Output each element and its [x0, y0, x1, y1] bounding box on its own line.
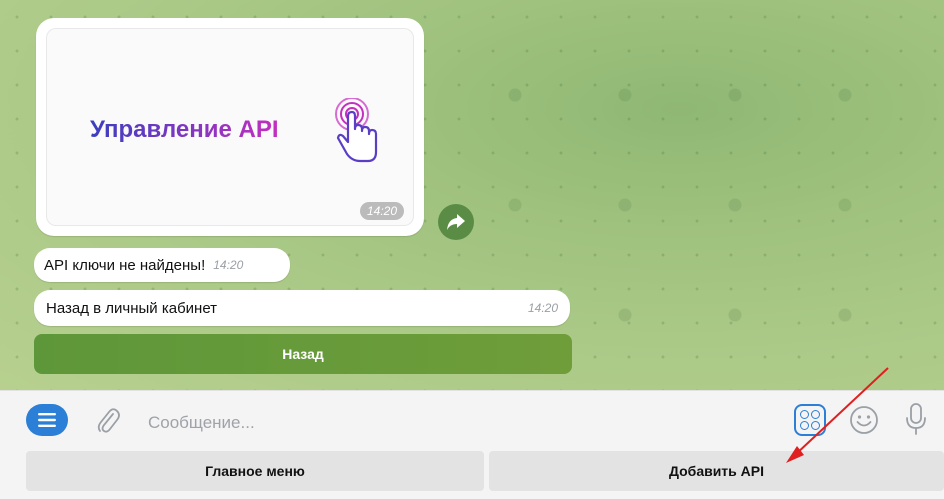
image-message[interactable]: Управление API 14:20: [36, 18, 424, 236]
message-text: Назад в личный кабинет: [46, 299, 218, 317]
message-bubble[interactable]: API ключи не найдены! 14:20: [34, 248, 290, 282]
telegram-chat-window: Управление API 14:20 API ключи не найден…: [0, 0, 944, 499]
image-card: Управление API 14:20: [46, 28, 414, 226]
message-time: 14:20: [213, 258, 244, 272]
keyboard-button-main-menu[interactable]: Главное меню: [26, 451, 484, 491]
image-time: 14:20: [359, 202, 404, 220]
message-input[interactable]: [146, 408, 710, 438]
chat-area: Управление API 14:20 API ключи не найден…: [0, 0, 944, 390]
microphone-icon[interactable]: [904, 402, 928, 436]
message-time: 14:20: [527, 301, 558, 315]
forward-button[interactable]: [438, 204, 474, 240]
pointer-hand-icon: [335, 98, 378, 163]
inline-back-button[interactable]: Назад: [34, 334, 572, 374]
keyboard-toggle-icon[interactable]: [794, 404, 826, 436]
emoji-icon[interactable]: [848, 404, 880, 436]
menu-button[interactable]: [26, 404, 68, 436]
message-text: API ключи не найдены!: [44, 256, 206, 274]
forward-icon: [447, 214, 465, 230]
keyboard-button-add-api[interactable]: Добавить API: [489, 451, 944, 491]
menu-icon: [38, 413, 56, 427]
paperclip-icon[interactable]: [96, 405, 120, 435]
message-bubble[interactable]: Назад в личный кабинет 14:20: [34, 290, 570, 326]
banner-title: Управление API: [90, 116, 279, 143]
